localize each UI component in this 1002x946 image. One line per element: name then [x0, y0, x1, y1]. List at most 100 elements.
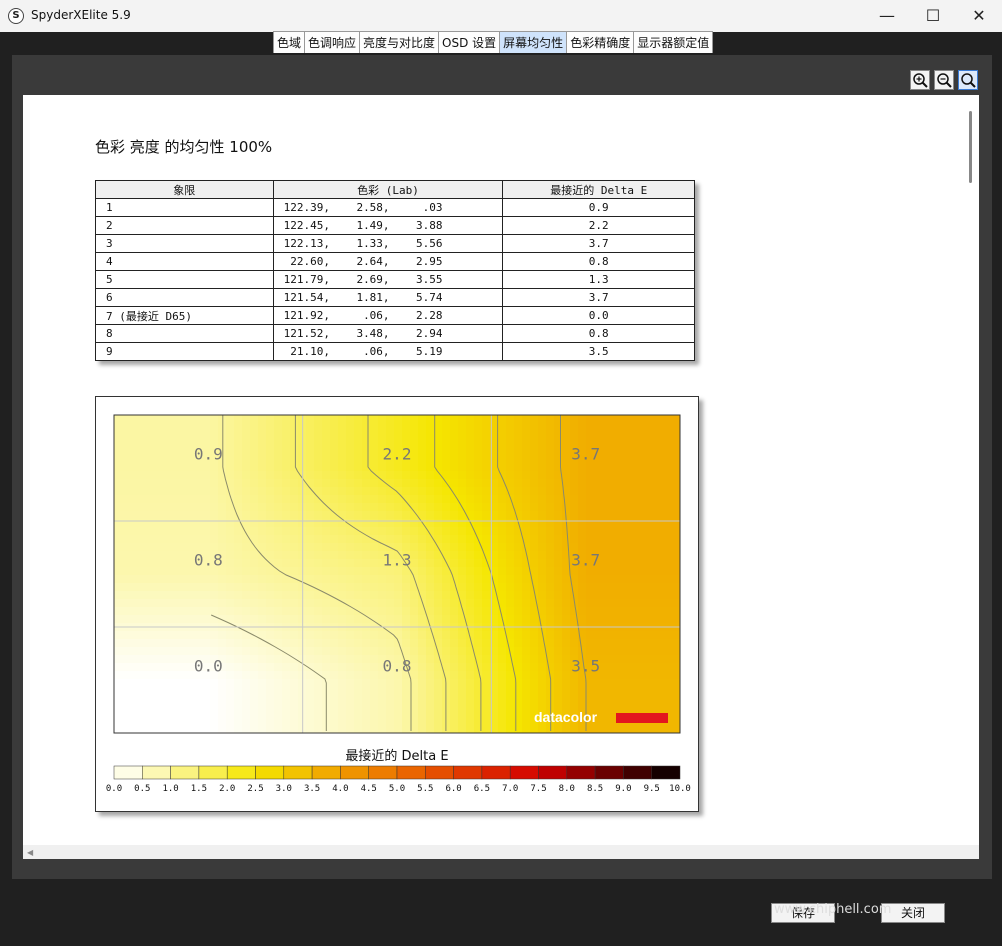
- heatmap-cell: [658, 543, 667, 552]
- heatmap-cell: [394, 503, 403, 512]
- tab-osd-settings[interactable]: OSD 设置: [438, 31, 501, 53]
- heatmap-cell: [266, 543, 275, 552]
- heatmap-cell: [346, 463, 355, 472]
- heatmap-cell: [618, 599, 627, 608]
- heatmap-cell: [642, 591, 651, 600]
- lab-cell: 121.52, 3.48, 2.94: [272, 324, 504, 343]
- heatmap-cell: [442, 511, 451, 520]
- heatmap-cell: [210, 519, 219, 528]
- heatmap-cell: [482, 495, 491, 504]
- heatmap-cell: [258, 535, 267, 544]
- heatmap-cell: [642, 455, 651, 464]
- heatmap-cell: [170, 423, 179, 432]
- heatmap-cell: [130, 519, 139, 528]
- heatmap-cell: [290, 551, 299, 560]
- heatmap-cell: [114, 463, 123, 472]
- heatmap-cell: [450, 535, 459, 544]
- heatmap-cell: [242, 607, 251, 616]
- heatmap-cell: [650, 567, 659, 576]
- heatmap-cell: [666, 487, 675, 496]
- heatmap-cell: [482, 479, 491, 488]
- heatmap-cell: [138, 711, 147, 720]
- heatmap-cell: [554, 647, 563, 656]
- heatmap-cell: [362, 599, 371, 608]
- zoom-fit-button[interactable]: [958, 70, 978, 90]
- heatmap-cell: [202, 631, 211, 640]
- heatmap-cell: [138, 511, 147, 520]
- heatmap-cell: [586, 583, 595, 592]
- heatmap-cell: [258, 575, 267, 584]
- heatmap-cell: [186, 727, 195, 733]
- heatmap-cell: [338, 615, 347, 624]
- heatmap-cell: [650, 463, 659, 472]
- heatmap-cell: [218, 687, 227, 696]
- tab-brightness-contrast[interactable]: 亮度与对比度: [359, 31, 440, 53]
- heatmap-cell: [370, 423, 379, 432]
- heatmap-cell: [234, 583, 243, 592]
- heatmap-cell: [274, 487, 283, 496]
- heatmap-cell: [338, 511, 347, 520]
- heatmap-cell: [162, 647, 171, 656]
- heatmap-cell: [218, 703, 227, 712]
- heatmap-cell: [234, 695, 243, 704]
- heatmap-cell: [498, 591, 507, 600]
- heatmap-cell: [338, 703, 347, 712]
- heatmap-cell: [354, 439, 363, 448]
- tab-gamut[interactable]: 色域: [273, 31, 306, 53]
- heatmap-cell: [186, 487, 195, 496]
- heatmap-cell: [362, 695, 371, 704]
- heatmap-cell: [482, 423, 491, 432]
- heatmap-cell: [650, 559, 659, 568]
- heatmap-cell: [242, 631, 251, 640]
- heatmap-cell: [330, 551, 339, 560]
- heatmap-cell: [602, 503, 611, 512]
- heatmap-cell: [442, 607, 451, 616]
- heatmap-cell: [426, 639, 435, 648]
- heatmap-cell: [522, 727, 531, 733]
- minimize-button[interactable]: —: [864, 0, 910, 32]
- heatmap-cell: [162, 455, 171, 464]
- heatmap-cell: [426, 719, 435, 728]
- heatmap-cell: [530, 479, 539, 488]
- heatmap-cell: [394, 511, 403, 520]
- heatmap-cell: [642, 559, 651, 568]
- heatmap-cell: [194, 599, 203, 608]
- heatmap-cell: [154, 599, 163, 608]
- heatmap-cell: [410, 415, 419, 424]
- maximize-button[interactable]: ☐: [910, 0, 956, 32]
- vertical-scroll-thumb[interactable]: [969, 111, 972, 183]
- zoom-out-button[interactable]: [934, 70, 954, 90]
- heatmap-cell: [634, 631, 643, 640]
- heatmap-cell: [546, 503, 555, 512]
- heatmap-cell: [642, 663, 651, 672]
- heatmap-cell: [394, 607, 403, 616]
- tab-color-accuracy[interactable]: 色彩精确度: [566, 31, 635, 53]
- heatmap-cell: [114, 551, 123, 560]
- heatmap-cell: [466, 559, 475, 568]
- heatmap-cell: [202, 479, 211, 488]
- tab-display-rating[interactable]: 显示器额定值: [633, 31, 714, 53]
- heatmap-cell: [258, 495, 267, 504]
- heatmap-cell: [498, 647, 507, 656]
- heatmap-cell: [674, 727, 680, 733]
- zoom-in-button[interactable]: [910, 70, 930, 90]
- scroll-left-icon[interactable]: ◀: [27, 848, 33, 857]
- heatmap-cell: [402, 679, 411, 688]
- heatmap-cell: [274, 631, 283, 640]
- heatmap-cell: [346, 695, 355, 704]
- vertical-scrollbar[interactable]: [963, 95, 979, 845]
- heatmap-cell: [514, 591, 523, 600]
- heatmap-cell: [426, 591, 435, 600]
- tab-screen-uniformity[interactable]: 屏幕均匀性: [499, 31, 568, 53]
- tab-tone-response[interactable]: 色调响应: [304, 31, 361, 53]
- heatmap-cell: [402, 607, 411, 616]
- heatmap-cell: [642, 687, 651, 696]
- colorbar-tick-label: 9.5: [644, 784, 660, 794]
- heatmap-cell: [594, 583, 603, 592]
- quadrant-cell: 7 (最接近 D65): [95, 306, 274, 325]
- horizontal-scrollbar[interactable]: ◀: [23, 845, 979, 859]
- heatmap-cell: [322, 439, 331, 448]
- heatmap-cell: [170, 575, 179, 584]
- heatmap-cell: [402, 423, 411, 432]
- close-window-button[interactable]: ✕: [956, 0, 1002, 32]
